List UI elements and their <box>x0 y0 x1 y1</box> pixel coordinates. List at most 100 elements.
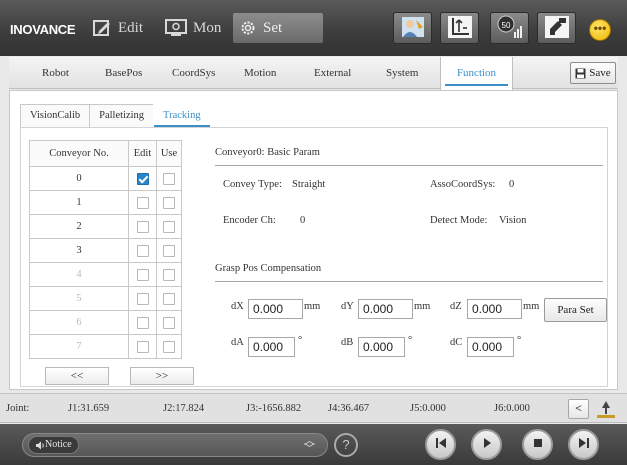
use-checkbox[interactable] <box>163 172 175 185</box>
edit-cell <box>128 238 157 263</box>
dy-unit: mm <box>414 301 431 312</box>
table-row[interactable]: 4 <box>29 262 182 287</box>
joint-coordinate-icon[interactable] <box>594 398 618 423</box>
subtab-palletizing[interactable]: Palletizing <box>89 104 155 127</box>
grasp-title: Grasp Pos Compensation <box>215 263 322 274</box>
prev-page-button[interactable]: << <box>45 367 109 385</box>
table-row[interactable]: 2 <box>29 214 182 239</box>
help-button[interactable]: ? <box>334 433 358 457</box>
grasp-divider <box>215 281 603 282</box>
play-button[interactable] <box>471 429 502 460</box>
use-checkbox[interactable] <box>163 292 175 305</box>
da-input[interactable]: 0.000 <box>248 337 295 357</box>
tab-system[interactable]: System <box>386 57 418 89</box>
speaker-icon <box>36 441 44 449</box>
edit-checkbox[interactable] <box>136 340 149 353</box>
use-checkbox[interactable] <box>163 340 175 353</box>
more-icon[interactable]: ••• <box>589 19 611 41</box>
use-cell <box>156 214 182 239</box>
axis-coordinate-button[interactable] <box>440 12 479 44</box>
asso-coordsys-label: AssoCoordSys: <box>430 179 496 190</box>
tool-tcp-icon <box>544 15 570 42</box>
conveyor-no-cell: 3 <box>29 238 129 263</box>
conveyor-no-cell: 7 <box>29 334 129 359</box>
notice-expand-icon[interactable]: ︿ ﹀ <box>304 435 315 454</box>
dx-input[interactable]: 0.000 <box>248 299 303 319</box>
use-checkbox[interactable] <box>163 244 175 257</box>
conveyor-no-cell: 0 <box>29 166 129 191</box>
use-checkbox[interactable] <box>163 316 175 329</box>
encoder-ch-label: Encoder Ch: <box>223 215 276 226</box>
next-page-button[interactable]: >> <box>130 367 194 385</box>
table-row[interactable]: 0 <box>29 166 182 191</box>
use-checkbox[interactable] <box>163 196 175 209</box>
subtab-tracking[interactable]: Tracking <box>153 104 211 127</box>
table-header-row: Conveyor No. Edit Use <box>29 140 182 167</box>
function-panel: VisionCalib Palletizing Tracking Conveyo… <box>9 90 618 390</box>
table-row[interactable]: 3 <box>29 238 182 263</box>
monitor-icon <box>165 19 187 37</box>
speed-value: 50 <box>501 21 511 30</box>
gear-icon <box>239 19 257 37</box>
use-cell <box>156 238 182 263</box>
sub-tab-bar: VisionCalib Palletizing Tracking <box>20 104 211 127</box>
edit-checkbox[interactable] <box>136 196 149 209</box>
edit-checkbox[interactable] <box>136 268 149 281</box>
col-header-edit: Edit <box>128 140 157 167</box>
main-tab-bar: Robot BasePos CoordSys Motion External S… <box>9 57 618 90</box>
tab-external[interactable]: External <box>314 57 351 89</box>
use-cell <box>156 310 182 335</box>
edit-checkbox[interactable] <box>136 292 149 305</box>
use-cell <box>156 262 182 287</box>
db-label: dB <box>341 337 354 348</box>
use-checkbox[interactable] <box>163 220 175 233</box>
edit-cell <box>128 214 157 239</box>
table-row[interactable]: 1 <box>29 190 182 215</box>
edit-checkbox[interactable] <box>136 220 149 233</box>
step-forward-icon <box>577 437 591 452</box>
tool-tcp-button[interactable] <box>537 12 576 44</box>
convey-type-label: Convey Type: <box>223 179 282 190</box>
edit-cell <box>128 262 157 287</box>
mode-set-button[interactable]: Set <box>233 13 323 43</box>
dy-input[interactable]: 0.000 <box>358 299 413 319</box>
dz-input[interactable]: 0.000 <box>467 299 522 319</box>
da-unit: ° <box>298 335 303 346</box>
stop-icon <box>532 437 544 452</box>
robot-user-button[interactable] <box>393 12 432 44</box>
save-label: Save <box>589 67 611 79</box>
mode-mon-button[interactable]: Mon <box>165 13 221 43</box>
use-checkbox[interactable] <box>163 268 175 281</box>
dc-input[interactable]: 0.000 <box>467 337 514 357</box>
para-set-button[interactable]: Para Set <box>544 298 607 322</box>
subtab-visioncalib[interactable]: VisionCalib <box>20 104 91 127</box>
joint-j3: J3:-1656.882 <box>246 403 302 414</box>
edit-checkbox[interactable] <box>136 316 149 329</box>
db-input[interactable]: 0.000 <box>358 337 405 357</box>
stop-button[interactable] <box>522 429 553 460</box>
dc-unit: ° <box>517 335 522 346</box>
col-header-conveyor-no: Conveyor No. <box>29 140 129 167</box>
step-forward-button[interactable] <box>568 429 599 460</box>
basic-param-title: Conveyor0: Basic Param <box>215 147 320 158</box>
edit-checkbox[interactable] <box>136 172 149 185</box>
edit-checkbox[interactable] <box>136 244 149 257</box>
mode-edit-button[interactable]: Edit <box>92 13 143 43</box>
save-icon <box>575 68 586 78</box>
table-row[interactable]: 5 <box>29 286 182 311</box>
notice-bar[interactable]: Notice ︿ ﹀ <box>22 433 328 457</box>
use-cell <box>156 166 182 191</box>
table-row[interactable]: 7 <box>29 334 182 359</box>
joint-toggle-button[interactable]: < <box>568 399 589 419</box>
joint-j6: J6:0.000 <box>494 403 530 414</box>
speed-level-button[interactable]: 50 <box>490 12 529 44</box>
save-button[interactable]: Save <box>570 62 616 84</box>
tab-basepos[interactable]: BasePos <box>105 57 142 89</box>
tab-coordsys[interactable]: CoordSys <box>172 57 215 89</box>
tab-motion[interactable]: Motion <box>244 57 276 89</box>
tab-robot[interactable]: Robot <box>42 57 69 89</box>
tab-function[interactable]: Function <box>440 57 513 90</box>
skip-back-button[interactable] <box>425 429 456 460</box>
conveyor-no-cell: 2 <box>29 214 129 239</box>
table-row[interactable]: 6 <box>29 310 182 335</box>
